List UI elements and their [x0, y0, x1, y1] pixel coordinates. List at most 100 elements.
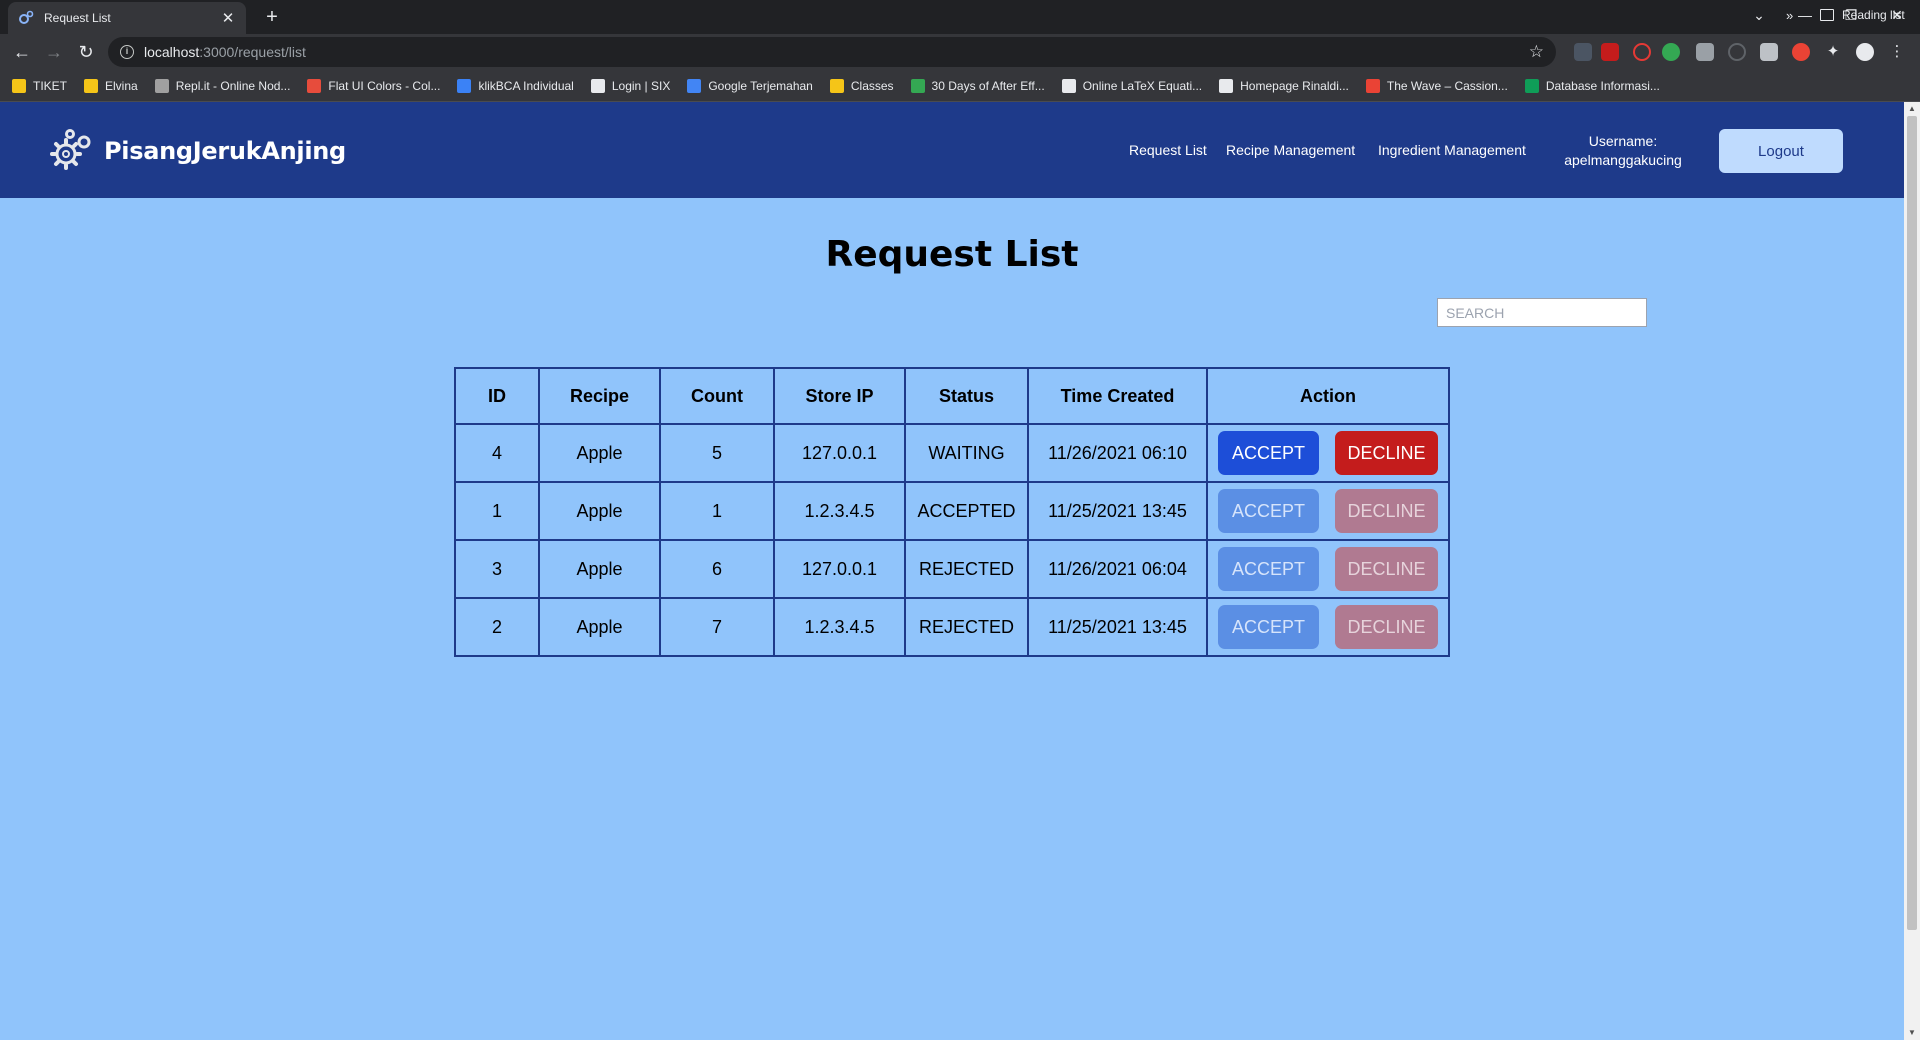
cell-recipe: Apple [538, 539, 661, 599]
bookmark-favicon-icon [457, 78, 472, 93]
header-recipe: Recipe [538, 367, 661, 425]
bookmark-favicon-icon [1061, 78, 1076, 93]
bookmark-label: The Wave – Cassion... [1386, 78, 1508, 93]
opera-icon[interactable] [1633, 43, 1651, 61]
bookmarks-bar: TIKET Elvina Repl.it - Online Nod... Flat U… [0, 70, 1920, 102]
tab-search-icon[interactable]: ⌄ [1736, 0, 1782, 30]
scroll-down-icon[interactable]: ▼ [1904, 1026, 1920, 1040]
reading-list-label: Reading list [1842, 8, 1905, 22]
decline-button: DECLINE [1335, 489, 1438, 533]
username-value: apelmanggakucing [1564, 152, 1682, 168]
bookmark-label: Repl.it - Online Nod... [175, 78, 291, 93]
logout-button[interactable]: Logout [1719, 129, 1843, 173]
back-icon[interactable]: ← [10, 40, 34, 64]
brand[interactable]: PisangJerukAnjing [46, 126, 346, 176]
bookmark-item[interactable]: Flat UI Colors - Col... [307, 78, 440, 93]
ublock-icon[interactable] [1601, 43, 1619, 61]
bookmark-item[interactable]: klikBCA Individual [457, 78, 574, 93]
cell-time: 11/25/2021 13:45 [1027, 481, 1208, 541]
bookmark-label: Homepage Rinaldi... [1240, 78, 1349, 93]
cell-id: 1 [454, 481, 540, 541]
bookmark-label: Google Terjemahan [708, 78, 813, 93]
reading-list-icon [1820, 9, 1834, 21]
bookmark-item[interactable]: Google Terjemahan [687, 78, 813, 93]
cell-status: REJECTED [904, 597, 1029, 657]
page-scrollbar[interactable]: ▲ ▼ [1904, 102, 1920, 1040]
cell-count: 6 [659, 539, 775, 599]
cell-count: 1 [659, 481, 775, 541]
page-viewport: PisangJerukAnjing Request List Recipe Ma… [0, 102, 1904, 1040]
nav-link-request-list[interactable]: Request List [1129, 142, 1207, 158]
extension-icon[interactable] [1728, 43, 1746, 61]
bookmarks-overflow-icon[interactable]: » [1786, 8, 1793, 23]
reload-icon[interactable]: ↻ [74, 40, 98, 64]
url-text: localhost:3000/request/list [144, 44, 306, 60]
username-label: Username: [1588, 133, 1658, 149]
extension-icon[interactable] [1760, 43, 1778, 61]
cell-count: 7 [659, 597, 775, 657]
tab-strip: Request List ✕ + ⌄ — ❐ ✕ [0, 0, 1920, 34]
decline-button: DECLINE [1335, 605, 1438, 649]
table-row: 2 Apple 7 1.2.3.4.5 REJECTED 11/25/2021 13:45… [454, 597, 1450, 657]
puzzle-icon[interactable]: ✦ [1824, 43, 1842, 61]
header-action: Action [1206, 367, 1450, 425]
cell-ip: 127.0.0.1 [773, 423, 906, 483]
bookmark-item[interactable]: Classes [829, 78, 894, 93]
extension-icon[interactable] [1792, 43, 1810, 61]
bookmark-item[interactable]: 30 Days of After Eff... [910, 78, 1045, 93]
more-menu-icon[interactable]: ⋮ [1888, 43, 1906, 61]
bookmark-label: Login | SIX [611, 78, 671, 93]
site-info-icon[interactable]: i [120, 45, 134, 59]
cell-action: ACCEPT DECLINE [1206, 597, 1450, 657]
bookmark-item[interactable]: Online LaTeX Equati... [1061, 78, 1203, 93]
header-count: Count [659, 367, 775, 425]
camera-icon[interactable] [1696, 43, 1714, 61]
bookmark-favicon-icon [1219, 78, 1234, 93]
cell-time: 11/26/2021 06:10 [1027, 423, 1208, 483]
cell-status: REJECTED [904, 539, 1029, 599]
extension-icon[interactable] [1574, 43, 1592, 61]
cell-status: ACCEPTED [904, 481, 1029, 541]
browser-tab[interactable]: Request List ✕ [8, 2, 246, 34]
bookmark-item[interactable]: TIKET [12, 78, 67, 93]
cell-action: ACCEPT DECLINE [1206, 423, 1450, 483]
address-bar[interactable]: i localhost:3000/request/list ☆ [108, 37, 1556, 67]
bookmark-item[interactable]: Elvina [84, 78, 138, 93]
scroll-thumb[interactable] [1907, 116, 1917, 930]
new-tab-icon[interactable]: + [260, 5, 284, 29]
table-header-row: ID Recipe Count Store IP Status Time Cre… [454, 367, 1450, 425]
bookmark-favicon-icon [12, 78, 26, 93]
cell-recipe: Apple [538, 597, 661, 657]
accept-button: ACCEPT [1218, 547, 1319, 591]
bookmark-favicon-icon [829, 78, 844, 93]
cell-time: 11/26/2021 06:04 [1027, 539, 1208, 599]
extension-icon[interactable] [1662, 43, 1680, 61]
tab-close-icon[interactable]: ✕ [220, 9, 236, 27]
table-row: 3 Apple 6 127.0.0.1 REJECTED 11/26/2021 06:04… [454, 539, 1450, 599]
bookmark-item[interactable]: Homepage Rinaldi... [1219, 78, 1349, 93]
bookmark-favicon-icon [687, 78, 702, 93]
nav-link-recipe-management[interactable]: Recipe Management [1226, 142, 1355, 158]
header-status: Status [904, 367, 1029, 425]
scroll-up-icon[interactable]: ▲ [1904, 102, 1920, 116]
bookmark-star-icon[interactable]: ☆ [1529, 42, 1544, 62]
bookmark-favicon-icon [1365, 78, 1380, 93]
bookmark-favicon-icon [910, 78, 925, 93]
profile-avatar[interactable] [1856, 43, 1874, 61]
cell-action: ACCEPT DECLINE [1206, 481, 1450, 541]
bookmark-item[interactable]: Database Informasi... [1524, 78, 1660, 93]
reading-list-button[interactable]: Reading list [1820, 8, 1905, 22]
search-input[interactable] [1437, 298, 1647, 327]
bookmark-favicon-icon [590, 78, 605, 93]
forward-icon[interactable]: → [42, 40, 66, 64]
bookmark-item[interactable]: Repl.it - Online Nod... [154, 78, 291, 93]
accept-button[interactable]: ACCEPT [1218, 431, 1319, 475]
bookmark-item[interactable]: Login | SIX [590, 78, 671, 93]
table-row: 1 Apple 1 1.2.3.4.5 ACCEPTED 11/25/2021 13:45… [454, 481, 1450, 541]
bookmark-item[interactable]: The Wave – Cassion... [1365, 78, 1508, 93]
gear-favicon-icon [18, 10, 34, 26]
bookmark-label: Online LaTeX Equati... [1082, 78, 1203, 93]
nav-link-ingredient-management[interactable]: Ingredient Management [1378, 142, 1526, 158]
decline-button[interactable]: DECLINE [1335, 431, 1438, 475]
header-time-created: Time Created [1027, 367, 1208, 425]
